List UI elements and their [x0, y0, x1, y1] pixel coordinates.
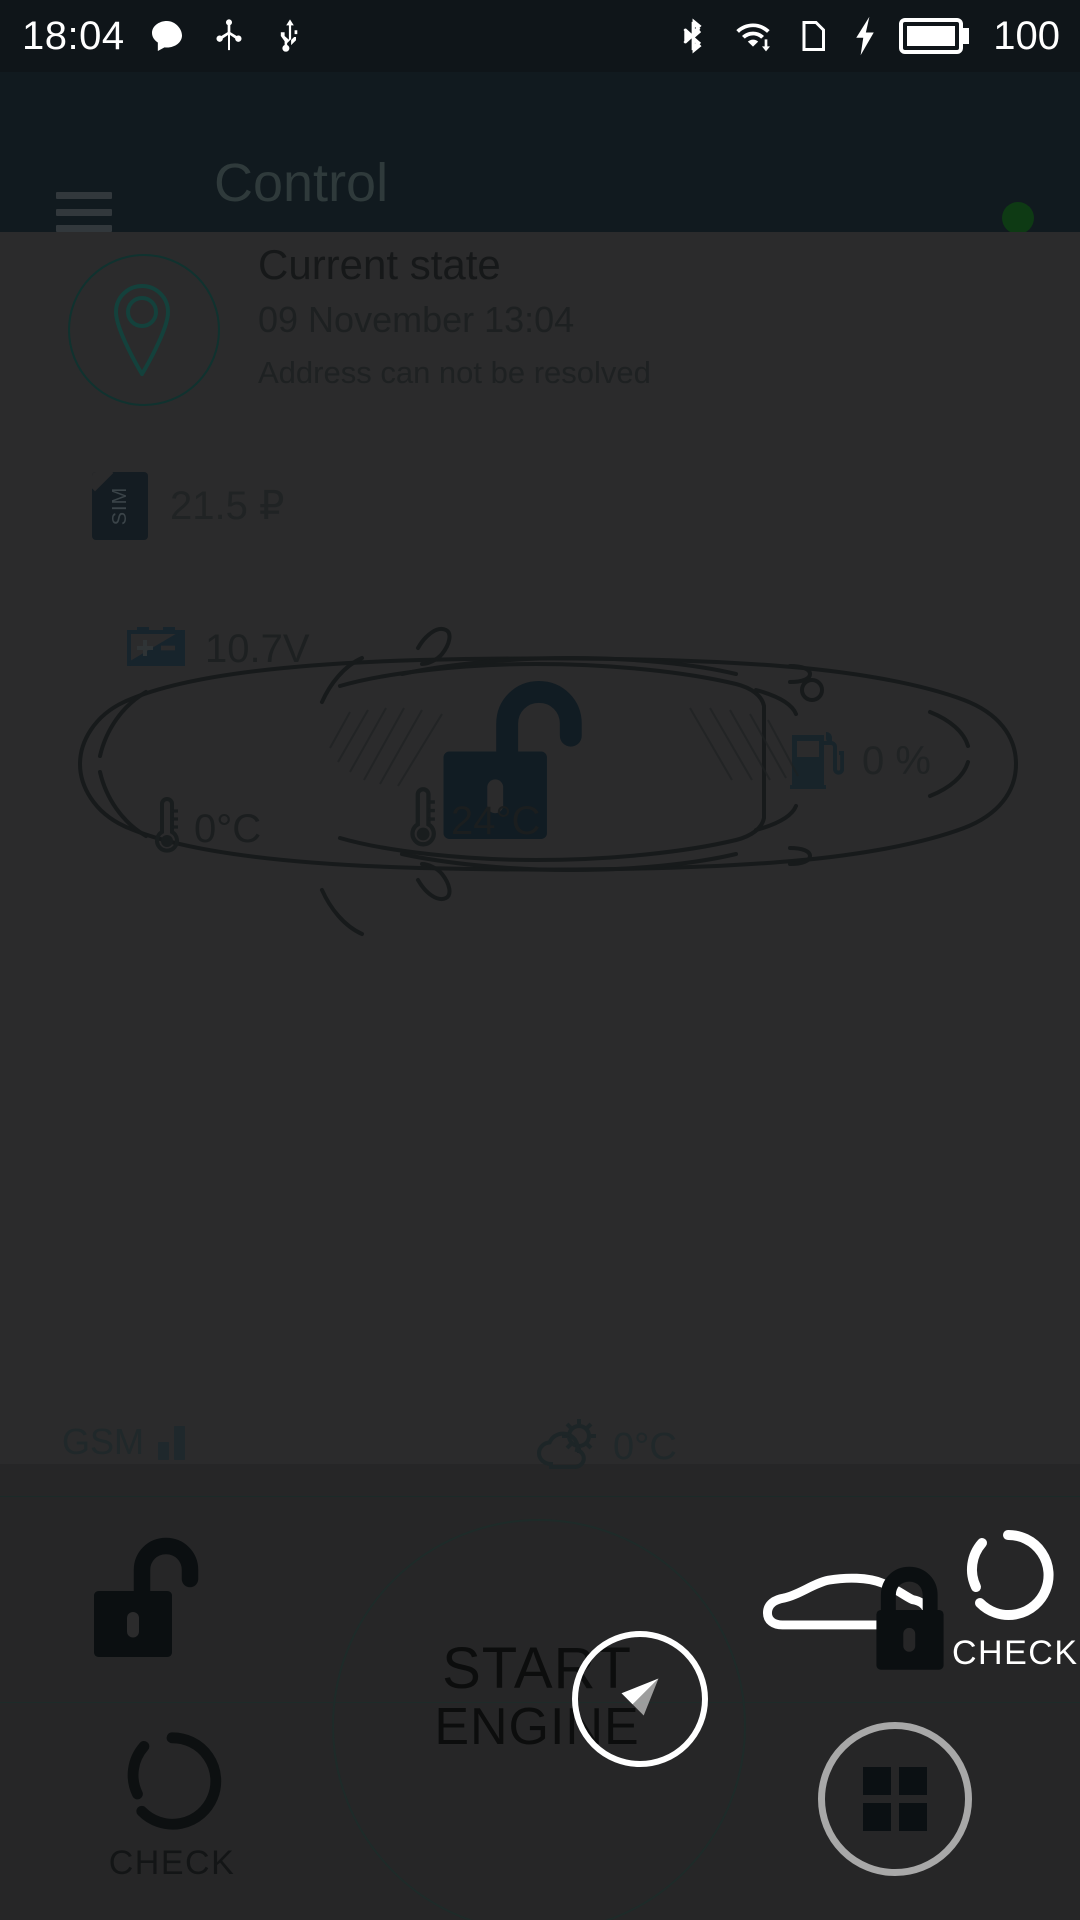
- page-title: Control: [214, 153, 389, 213]
- sim-card-label: SIM: [108, 486, 131, 526]
- status-bar: 18:04 100: [0, 0, 1080, 72]
- check-button-top-right[interactable]: CHECK: [952, 1525, 1079, 1672]
- compass-navigation-icon: [603, 1660, 677, 1739]
- cloud-sun-icon: [533, 1416, 601, 1477]
- app-root: 18:04 100 Control Current state 09 Novem…: [0, 0, 1080, 1920]
- battery-percent-label: 100: [993, 14, 1060, 58]
- outside-temperature-row: 0°C: [150, 797, 261, 860]
- car-battery-row: 10.7V: [125, 624, 310, 673]
- message-icon: [147, 16, 187, 56]
- current-state-address: Address can not be resolved: [258, 355, 651, 390]
- info-bar: GSM 0°C: [0, 1396, 1080, 1497]
- sim-card-icon: SIM: [92, 472, 148, 540]
- sim-balance-value: 21.5 ₽: [170, 484, 285, 528]
- outside-temperature-value: 0°C: [194, 806, 262, 851]
- status-bar-clock: 18:04: [22, 14, 125, 58]
- unlock-button[interactable]: [88, 1531, 238, 1668]
- gsm-label: GSM: [62, 1421, 145, 1462]
- compass-fab[interactable]: [572, 1631, 708, 1767]
- bluetooth-icon: [675, 14, 711, 58]
- grid-apps-icon: [863, 1767, 927, 1831]
- status-bar-right: 100: [675, 14, 1080, 58]
- usb-icon: [271, 16, 309, 56]
- main-content: Current state 09 November 13:04 Address …: [0, 232, 1080, 1464]
- refresh-circle-icon: [118, 1732, 226, 1839]
- signal-bars-icon: [158, 1422, 186, 1460]
- car-battery-icon: [125, 624, 187, 673]
- status-indicator-dot: [1002, 202, 1034, 234]
- cabin-temperature-value: 24°C: [451, 798, 541, 843]
- wifi-download-icon: [731, 16, 775, 56]
- check-label-bottom-left: CHECK: [108, 1844, 236, 1882]
- battery-icon: [899, 16, 971, 56]
- car-lock-icon: [760, 1566, 960, 1680]
- apps-grid-fab[interactable]: [818, 1722, 972, 1876]
- usb-debug-icon: [209, 16, 249, 56]
- sim-card-icon: [795, 14, 831, 58]
- current-state-timestamp: 09 November 13:04: [258, 299, 575, 340]
- gsm-signal-block: GSM: [62, 1421, 186, 1462]
- weather-block: 0°C: [533, 1416, 677, 1477]
- hamburger-menu-icon[interactable]: [56, 192, 112, 232]
- unlocked-padlock-icon: [88, 1537, 238, 1667]
- sim-balance-row[interactable]: SIM 21.5 ₽: [92, 472, 284, 540]
- current-state-block[interactable]: Current state 09 November 13:04 Address …: [0, 232, 1080, 422]
- car-lock-button[interactable]: [760, 1541, 960, 1681]
- current-state-title: Current state: [258, 241, 501, 288]
- status-bar-left: 18:04: [0, 16, 309, 56]
- location-pin-icon: [108, 283, 176, 381]
- car-battery-voltage: 10.7V: [205, 626, 310, 671]
- app-bar: Control X-1900: [0, 72, 1080, 268]
- check-label-top-right: CHECK: [952, 1634, 1079, 1672]
- refresh-circle-icon: [958, 1529, 1058, 1629]
- cabin-temperature-row: 24°C: [405, 787, 540, 854]
- charging-bolt-icon: [851, 15, 879, 57]
- weather-temperature-value: 0°C: [613, 1425, 677, 1468]
- check-button-bottom-left[interactable]: CHECK: [92, 1727, 252, 1880]
- thermometer-icon: [405, 787, 437, 854]
- thermometer-icon: [150, 797, 180, 860]
